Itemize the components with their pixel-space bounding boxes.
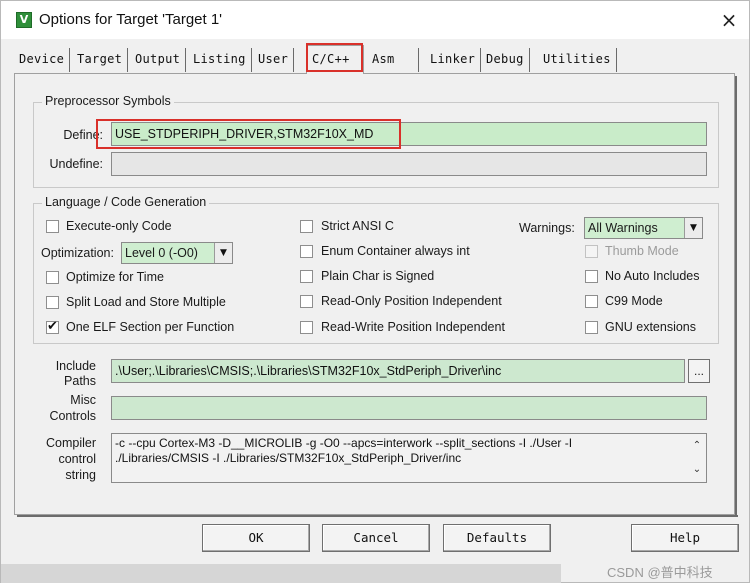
execute-only-label: Execute-only Code [66,219,172,233]
misc-label-line2: Controls [49,409,96,423]
undefine-label: Undefine: [49,157,103,171]
tab-linker[interactable]: Linker [425,48,482,72]
define-field[interactable]: USE_STDPERIPH_DRIVER,STM32F10X_MD [111,122,707,146]
enum-container-checkbox[interactable] [300,245,313,258]
window-title: Options for Target 'Target 1' [39,11,223,28]
title-bar: V Options for Target 'Target 1' × [1,1,749,39]
thumb-mode-checkbox [585,245,598,258]
checkmark-icon: ✔ [47,319,58,334]
tab-device[interactable]: Device [14,48,71,72]
compiler-label-line2: control [58,452,96,466]
no-auto-includes-label: No Auto Includes [605,269,700,283]
chevron-down-icon: ▼ [214,243,232,263]
watermark-text: CSDN @普中科技 [607,565,713,580]
optimize-time-checkbox[interactable] [46,271,59,284]
enum-container-label: Enum Container always int [321,244,470,258]
help-button[interactable]: Help [631,524,739,552]
split-load-checkbox[interactable] [46,296,59,309]
c99-mode-label: C99 Mode [605,294,663,308]
gnu-extensions-label: GNU extensions [605,320,697,334]
one-elf-label: One ELF Section per Function [66,320,235,334]
misc-label-line1: Misc [70,393,96,407]
gnu-extensions-checkbox[interactable] [585,321,598,334]
include-label-line1: Include [55,359,96,373]
keil-app-icon: V [16,12,32,28]
one-elf-checkbox[interactable]: ✔ [46,319,59,334]
compiler-string-line2: ./Libraries/CMSIS -I ./Libraries/STM32F1… [115,451,462,465]
ro-pi-label: Read-Only Position Independent [321,294,502,308]
compiler-label-line3: string [65,468,96,482]
include-browse-button[interactable]: ... [688,359,710,383]
optimization-label: Optimization: [41,246,114,260]
define-label: Define: [63,128,103,142]
cancel-button[interactable]: Cancel [322,524,430,552]
optimization-select[interactable]: Level 0 (-O0) ▼ [121,242,233,264]
rw-pi-label: Read-Write Position Independent [321,320,505,334]
ro-pi-checkbox[interactable] [300,295,313,308]
tab-cc[interactable]: C/C++ [306,45,364,74]
compiler-label-line1: Compiler [45,436,96,450]
preprocessor-legend: Preprocessor Symbols [42,94,174,108]
optimize-time-label: Optimize for Time [66,270,164,284]
tab-asm[interactable]: Asm [367,48,419,72]
rw-pi-checkbox[interactable] [300,321,313,334]
plain-char-label: Plain Char is Signed [321,269,435,283]
undefine-field[interactable] [111,152,707,176]
tab-target[interactable]: Target [72,48,129,72]
compiler-string-line1: -c --cpu Cortex-M3 -D__MICROLIB -g -O0 -… [115,436,573,450]
compiler-control-string[interactable]: -c --cpu Cortex-M3 -D__MICROLIB -g -O0 -… [111,433,707,483]
cc-tab-page: Preprocessor Symbols Define: USE_STDPERI… [14,73,738,517]
optimization-value: Level 0 (-O0) [125,246,198,260]
tab-debug[interactable]: Debug [481,48,530,72]
warnings-label: Warnings: [519,221,575,235]
split-load-label: Split Load and Store Multiple [66,295,226,309]
strict-ansi-label: Strict ANSI C [321,219,394,233]
plain-char-checkbox[interactable] [300,270,313,283]
include-paths-field[interactable]: .\User;.\Libraries\CMSIS;.\Libraries\STM… [111,359,685,383]
execute-only-checkbox[interactable] [46,220,59,233]
scroll-down-icon[interactable]: ⌄ [691,462,703,475]
warnings-select[interactable]: All Warnings ▼ [584,217,703,239]
include-label-line2: Paths [64,374,96,388]
chevron-down-icon: ▼ [684,218,702,238]
close-icon[interactable]: × [715,6,743,34]
options-dialog: V Options for Target 'Target 1' × Device… [0,0,750,583]
language-legend: Language / Code Generation [42,195,210,209]
thumb-mode-label: Thumb Mode [605,244,679,258]
warnings-value: All Warnings [588,221,658,235]
defaults-button[interactable]: Defaults [443,524,551,552]
strict-ansi-checkbox[interactable] [300,220,313,233]
tab-output[interactable]: Output [130,48,187,72]
no-auto-includes-checkbox[interactable] [585,270,598,283]
bottom-strip [1,564,561,583]
tab-user[interactable]: User [253,48,295,72]
tab-listing[interactable]: Listing [188,48,252,72]
scroll-up-icon[interactable]: ⌃ [691,438,703,451]
tab-utilities[interactable]: Utilities [538,48,617,72]
ok-button[interactable]: OK [202,524,310,552]
misc-controls-field[interactable] [111,396,707,420]
tab-strip: Device Target Output Listing User C/C++ … [14,45,734,74]
c99-mode-checkbox[interactable] [585,295,598,308]
